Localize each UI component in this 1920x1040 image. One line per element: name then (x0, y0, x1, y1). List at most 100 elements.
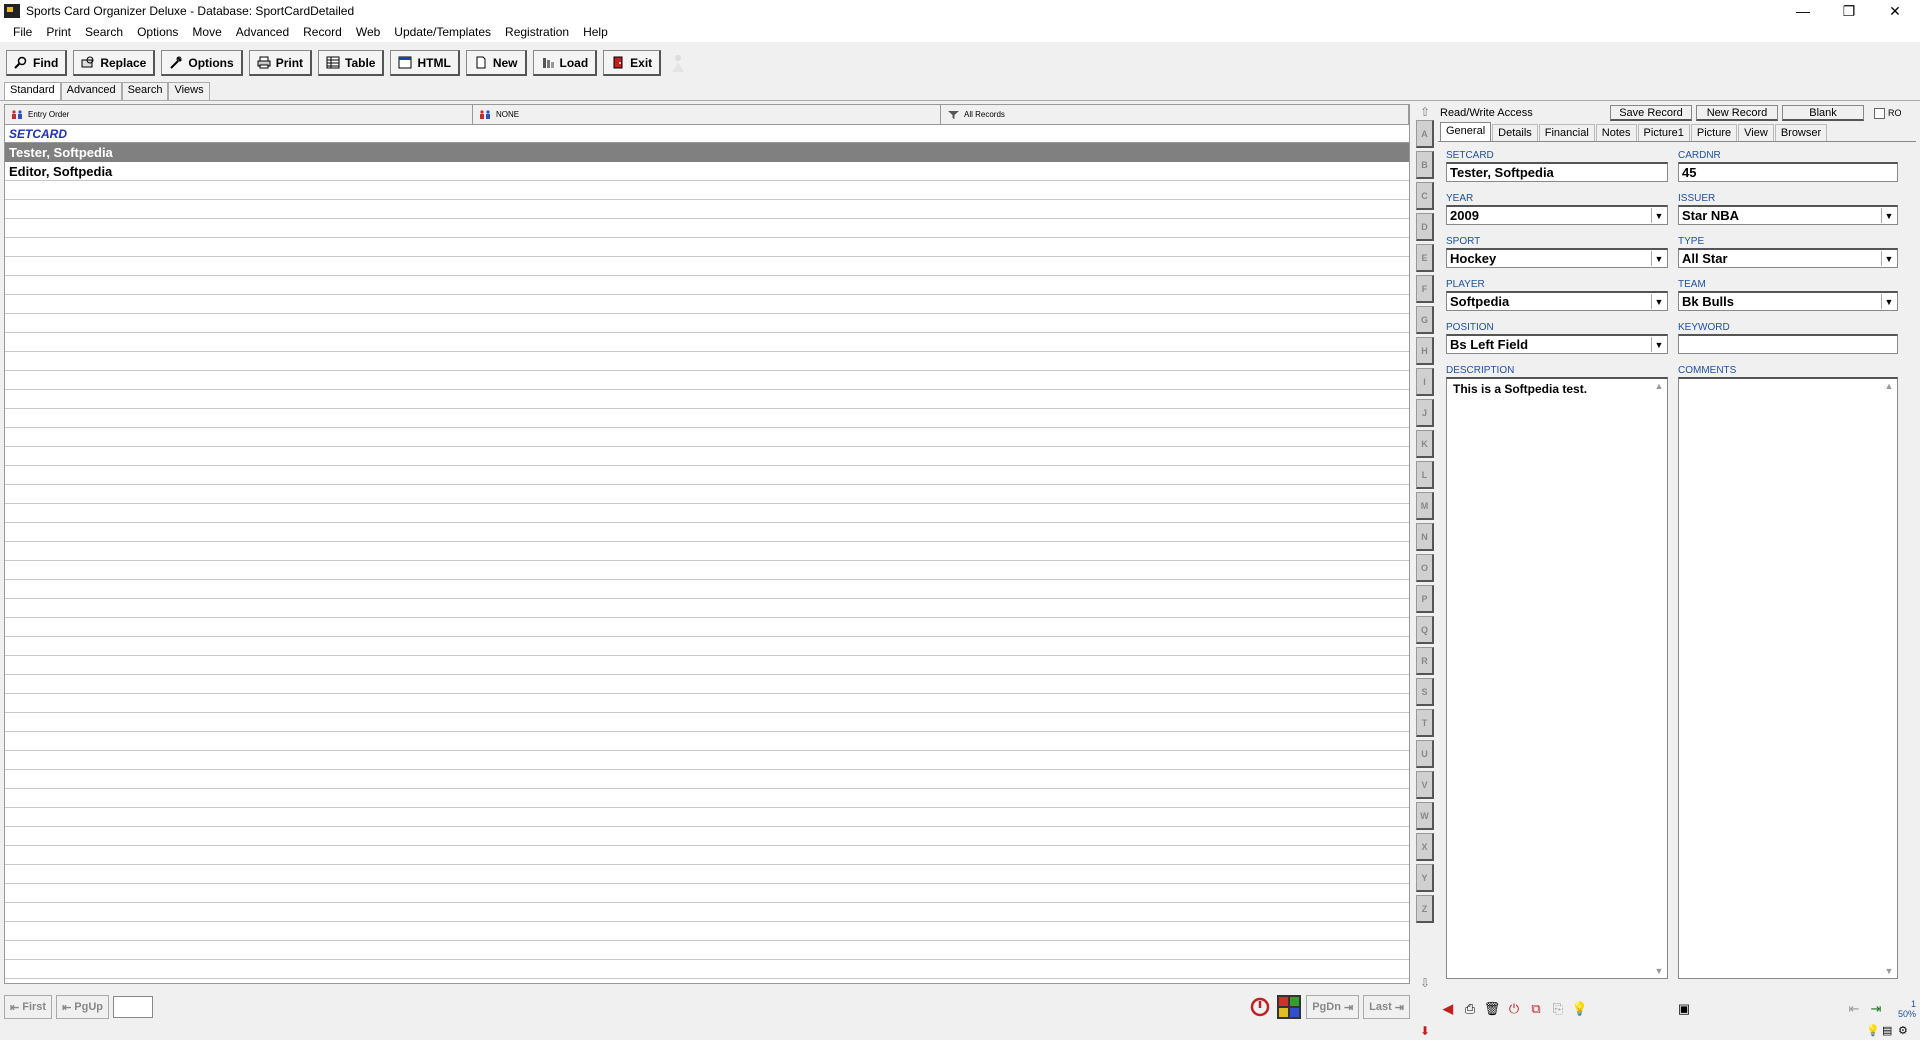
alpha-index-t[interactable]: T (1416, 709, 1434, 737)
menu-print[interactable]: Print (39, 25, 78, 39)
tab-financial[interactable]: Financial (1538, 124, 1595, 141)
description-scrollbar[interactable]: ▲ ▼ (1651, 379, 1667, 978)
description-field[interactable]: This is a Softpedia test. ▲ ▼ (1446, 377, 1668, 979)
alarm-icon[interactable] (1248, 995, 1272, 1019)
tab-advanced[interactable]: Advanced (60, 82, 122, 100)
download-arrow-icon[interactable]: ⬇ (1420, 1024, 1430, 1038)
first-button[interactable]: ⇤ First (4, 995, 53, 1019)
player-dropdown[interactable]: Softpedia ▼ (1446, 291, 1668, 311)
chevron-down-icon[interactable]: ▼ (1651, 294, 1666, 309)
list-item[interactable]: Editor, Softpedia (5, 162, 1409, 181)
pgup-button[interactable]: ⇤ PgUp (56, 995, 110, 1019)
team-dropdown[interactable]: Bk Bulls ▼ (1678, 291, 1898, 311)
hint-lightbulb-icon[interactable]: 💡 (1866, 1024, 1880, 1037)
print-record-icon[interactable]: ⎙ (1460, 999, 1480, 1019)
blank-button[interactable]: Blank (1782, 105, 1864, 121)
alpha-index-p[interactable]: P (1416, 585, 1434, 613)
group-selector[interactable]: NONE (473, 105, 941, 124)
menu-update-templates[interactable]: Update/Templates (387, 25, 498, 39)
type-dropdown[interactable]: All Star ▼ (1678, 248, 1898, 268)
next-record-icon[interactable]: ⇥ (1866, 999, 1886, 1019)
chevron-down-icon[interactable]: ▼ (1651, 251, 1666, 266)
chevron-down-icon[interactable]: ▼ (1881, 294, 1896, 309)
filter-selector[interactable]: All Records (941, 105, 1409, 124)
save-record-button[interactable]: Save Record (1610, 105, 1692, 121)
minimize-button[interactable]: — (1780, 0, 1826, 22)
tab-general[interactable]: General (1440, 122, 1492, 141)
alpha-index-w[interactable]: W (1416, 802, 1434, 830)
list-column-header[interactable]: SETCARD (5, 125, 1409, 143)
keyword-field[interactable] (1678, 334, 1898, 354)
alpha-index-x[interactable]: X (1416, 833, 1434, 861)
list-item[interactable]: Tester, Softpedia (5, 143, 1409, 162)
alpha-index-f[interactable]: F (1416, 275, 1434, 303)
sort-order-selector[interactable]: Entry Order (5, 105, 473, 124)
grid-colors-icon[interactable] (1276, 994, 1302, 1020)
back-arrow-icon[interactable]: ◀ (1438, 999, 1458, 1019)
alpha-index-u[interactable]: U (1416, 740, 1434, 768)
alpha-index-g[interactable]: G (1416, 306, 1434, 334)
tab-picture[interactable]: Picture (1690, 124, 1738, 141)
alpha-index-c[interactable]: C (1416, 182, 1434, 210)
alpha-index-j[interactable]: J (1416, 399, 1434, 427)
position-dropdown[interactable]: Bs Left Field ▼ (1446, 334, 1668, 354)
alpha-index-l[interactable]: L (1416, 461, 1434, 489)
menu-move[interactable]: Move (185, 25, 228, 39)
chevron-down-icon[interactable]: ▼ (1881, 251, 1896, 266)
duplicate-icon[interactable]: ⧉ (1526, 999, 1546, 1019)
readonly-checkbox[interactable] (1874, 107, 1885, 119)
network-icon[interactable]: ⚙ (1898, 1024, 1908, 1037)
tab-picture1[interactable]: Picture1 (1637, 124, 1690, 141)
new-record-button[interactable]: New Record (1696, 105, 1778, 121)
html-button[interactable]: HTML (390, 50, 460, 76)
chevron-down-icon[interactable]: ▼ (1651, 208, 1666, 223)
options-button[interactable]: Options (161, 50, 243, 76)
maximize-button[interactable]: ❐ (1826, 0, 1872, 22)
alpha-index-s[interactable]: S (1416, 678, 1434, 706)
load-button[interactable]: Load (532, 50, 598, 76)
alpha-index-e[interactable]: E (1416, 244, 1434, 272)
find-button[interactable]: Find (6, 50, 68, 76)
setcard-field[interactable]: Tester, Softpedia (1446, 162, 1668, 182)
menu-advanced[interactable]: Advanced (229, 25, 296, 39)
database-icon[interactable]: ▤ (1882, 1024, 1892, 1037)
close-button[interactable]: ✕ (1872, 0, 1918, 22)
new-button[interactable]: New (465, 50, 527, 76)
tab-search[interactable]: Search (121, 82, 169, 100)
alpha-index-o[interactable]: O (1416, 554, 1434, 582)
tab-view[interactable]: View (1738, 124, 1774, 141)
scroll-up-icon[interactable]: ⇧ (1414, 104, 1436, 120)
menu-help[interactable]: Help (576, 25, 615, 39)
tab-views[interactable]: Views (168, 82, 210, 100)
alpha-index-n[interactable]: N (1416, 523, 1434, 551)
menu-registration[interactable]: Registration (498, 25, 576, 39)
replace-button[interactable]: Replace (73, 50, 156, 76)
alpha-index-d[interactable]: D (1416, 213, 1434, 241)
cardnr-field[interactable]: 45 (1678, 162, 1898, 182)
pgdn-button[interactable]: PgDn ⇥ (1306, 995, 1360, 1019)
alpha-index-h[interactable]: H (1416, 337, 1434, 365)
scroll-down-icon[interactable]: ⇩ (1414, 975, 1436, 991)
tab-notes[interactable]: Notes (1595, 124, 1637, 141)
last-button[interactable]: Last ⇥ (1363, 995, 1410, 1019)
readonly-toggle[interactable]: RO (1874, 107, 1902, 119)
chevron-down-icon[interactable]: ▼ (1881, 208, 1896, 223)
alpha-index-q[interactable]: Q (1416, 616, 1434, 644)
menu-file[interactable]: File (6, 25, 39, 39)
comments-scrollbar[interactable]: ▲ ▼ (1881, 379, 1897, 978)
lightbulb-icon[interactable]: 💡 (1570, 999, 1590, 1019)
menu-record[interactable]: Record (296, 25, 349, 39)
tab-details[interactable]: Details (1492, 124, 1538, 141)
comments-field[interactable]: ▲ ▼ (1678, 377, 1898, 979)
delete-icon[interactable]: 🗑 (1482, 999, 1502, 1019)
issuer-dropdown[interactable]: Star NBA ▼ (1678, 205, 1898, 225)
menu-web[interactable]: Web (349, 25, 387, 39)
alpha-index-m[interactable]: M (1416, 492, 1434, 520)
alpha-index-y[interactable]: Y (1416, 864, 1434, 892)
previous-record-icon[interactable]: ⇤ (1844, 999, 1864, 1019)
alarm-icon[interactable]: ⏻ (1504, 999, 1524, 1019)
tab-browser[interactable]: Browser (1774, 124, 1828, 141)
alpha-index-a[interactable]: A (1416, 120, 1434, 148)
exit-button[interactable]: Exit (603, 50, 662, 76)
year-dropdown[interactable]: 2009 ▼ (1446, 205, 1668, 225)
